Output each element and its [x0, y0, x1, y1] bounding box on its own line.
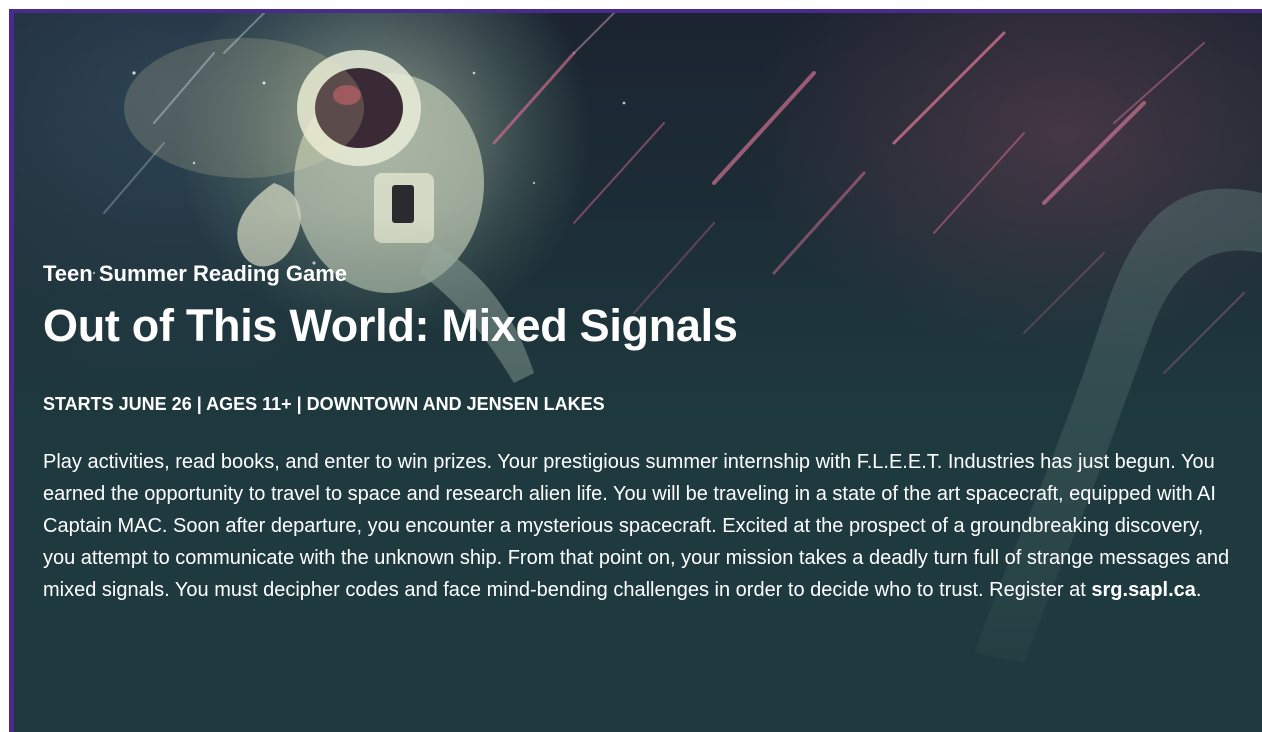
program-label: Teen Summer Reading Game: [43, 261, 348, 286]
description-end: .: [1195, 579, 1202, 601]
astronaut-illustration: [14, 13, 1262, 732]
event-details: STARTS JUNE 26 | AGES 11+ | DOWNTOWN AND…: [43, 394, 605, 414]
description: Play activities, read books, and enter t…: [43, 446, 1238, 606]
page: Teen Summer Reading Game Out of This Wor…: [0, 0, 1262, 732]
register-link[interactable]: srg.sapl.ca: [1091, 579, 1196, 601]
description-text: Play activities, read books, and enter t…: [43, 451, 1230, 601]
hero-banner: Teen Summer Reading Game Out of This Wor…: [9, 9, 1262, 732]
page-title: Out of This World: Mixed Signals: [43, 300, 738, 351]
